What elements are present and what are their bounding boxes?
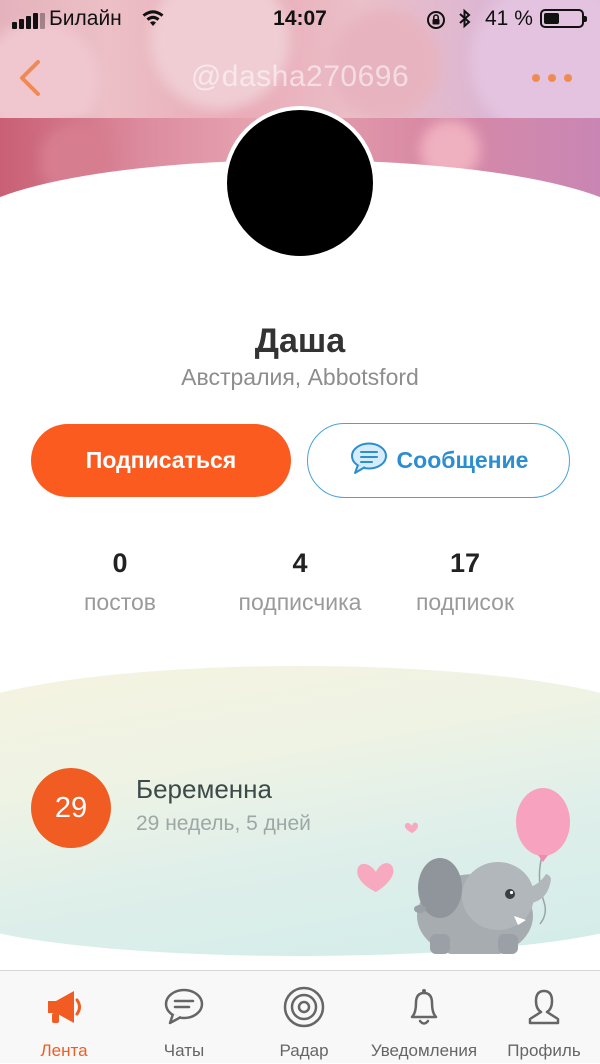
tab-chats[interactable]: Чаты <box>124 971 244 1064</box>
bell-icon <box>410 989 438 1025</box>
stat-posts-count: 0 <box>112 548 128 578</box>
profile-stats: 0 постов 4 подписчика 17 подписок <box>0 548 600 628</box>
small-heart-icon <box>404 822 418 833</box>
chat-icon <box>349 441 389 481</box>
stat-posts[interactable]: 0 постов <box>20 548 220 616</box>
subscribe-button-label: Подписаться <box>85 447 237 473</box>
subscribe-button[interactable]: Подписаться <box>31 424 291 497</box>
megaphone-icon <box>48 991 81 1023</box>
message-button-label: Сообщение <box>396 447 529 473</box>
tab-notifications-label: Уведомления <box>370 1041 478 1060</box>
pregnancy-week-badge: 29 <box>31 768 111 848</box>
heart-icon <box>357 863 394 892</box>
tab-notifications[interactable]: Уведомления <box>364 971 484 1064</box>
tab-profile[interactable]: Профиль <box>484 971 600 1064</box>
chat-bubble-icon <box>164 988 204 1025</box>
stat-following-count: 17 <box>449 548 481 578</box>
message-button[interactable]: Сообщение <box>307 423 570 498</box>
stat-following-label: подписок <box>415 589 515 615</box>
pregnancy-card[interactable]: 29 Беременна 29 недель, 5 дней <box>0 666 600 956</box>
orientation-lock-icon <box>425 9 447 37</box>
pregnancy-status-title: Беременна <box>136 774 272 804</box>
stat-posts-label: постов <box>83 589 157 615</box>
tab-chats-label: Чаты <box>163 1041 205 1060</box>
stat-following[interactable]: 17 подписок <box>365 548 565 616</box>
tab-feed[interactable]: Лента <box>4 971 124 1064</box>
tab-feed-label: Лента <box>40 1041 88 1060</box>
status-bar: Билайн 14:07 41 % <box>0 0 600 38</box>
battery-percentage: 41 % <box>485 7 533 30</box>
radar-icon <box>283 986 325 1028</box>
bluetooth-icon <box>457 8 473 36</box>
battery-icon <box>540 9 587 28</box>
profile-name: Даша <box>254 322 346 360</box>
profile-username-title: @dasha270696 <box>190 60 410 93</box>
tab-radar-label: Радар <box>279 1041 329 1060</box>
more-options-button[interactable] <box>526 58 578 94</box>
bottom-tab-bar: Лента Чаты Радар Уведомления Профиль <box>0 970 600 1063</box>
elephant-balloon-illustration <box>357 788 570 954</box>
avatar[interactable] <box>223 106 377 260</box>
tab-profile-label: Профиль <box>507 1041 581 1060</box>
pregnancy-duration: 29 недель, 5 дней <box>136 812 311 835</box>
tab-radar[interactable]: Радар <box>244 971 364 1064</box>
profile-location: Австралия, Abbotsford <box>181 364 419 390</box>
person-icon <box>528 989 560 1025</box>
